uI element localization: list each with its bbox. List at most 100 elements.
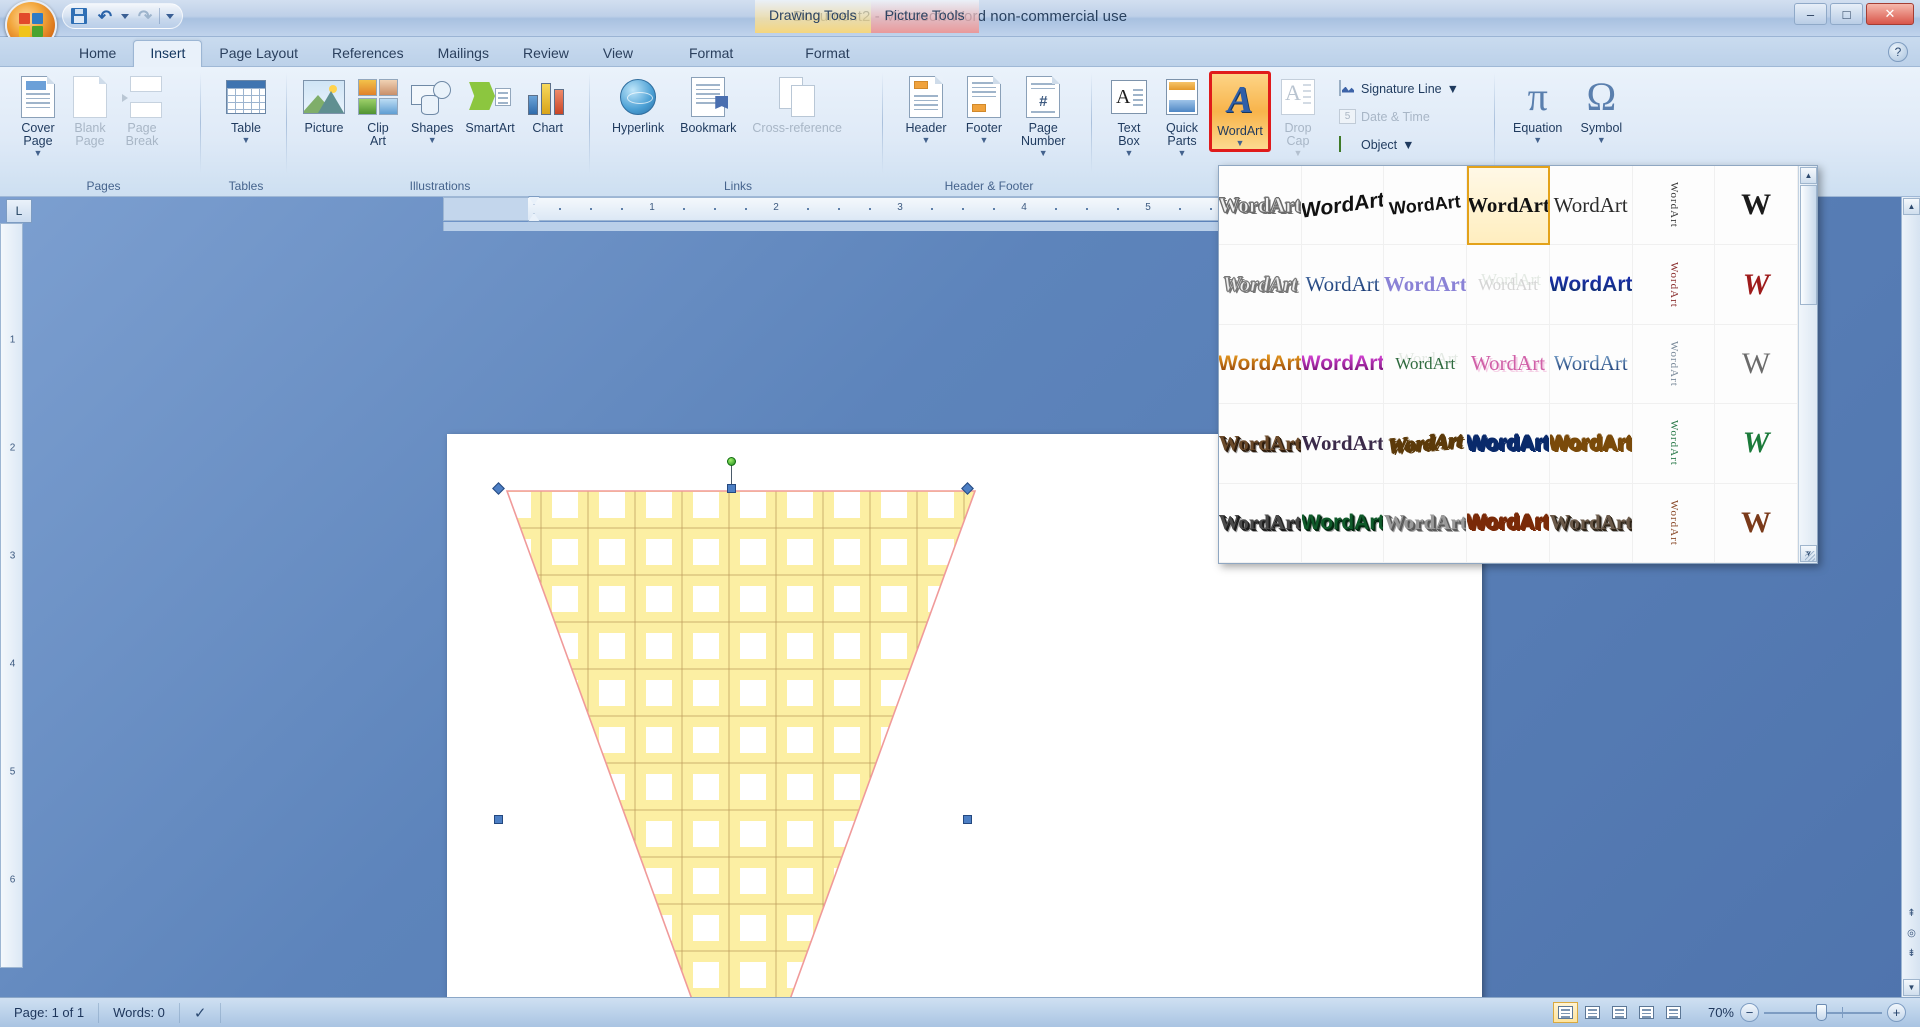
help-button[interactable]: ? bbox=[1888, 42, 1908, 62]
wordart-gallery-dropdown[interactable]: WordArt WordArt WordArt WordArt WordArt WordA… bbox=[1218, 165, 1818, 564]
equation-button[interactable]: π Equation ▼ bbox=[1508, 71, 1567, 146]
tab-view[interactable]: View bbox=[586, 40, 650, 67]
shapes-button[interactable]: Shapes ▼ bbox=[406, 71, 458, 146]
wordart-style-19[interactable]: WordArt bbox=[1632, 324, 1716, 405]
view-web-layout-button[interactable] bbox=[1607, 1002, 1632, 1023]
wordart-style-34[interactable]: W bbox=[1715, 483, 1798, 563]
contextual-tab-drawing-tools[interactable]: Drawing Tools bbox=[755, 0, 871, 33]
tab-stop-selector[interactable]: L bbox=[6, 199, 32, 223]
view-draft-button[interactable] bbox=[1661, 1002, 1686, 1023]
tab-home[interactable]: Home bbox=[62, 40, 133, 67]
tab-review[interactable]: Review bbox=[506, 40, 586, 67]
table-button[interactable]: Table ▼ bbox=[220, 71, 272, 146]
wordart-style-26[interactable]: WordArt bbox=[1632, 404, 1716, 484]
wordart-style-6[interactable]: W bbox=[1715, 166, 1798, 246]
object-button[interactable]: Object ▼ bbox=[1333, 133, 1465, 157]
zoom-thumb[interactable] bbox=[1816, 1003, 1827, 1021]
wordart-style-12[interactable]: WordArt bbox=[1632, 245, 1716, 325]
zoom-in-button[interactable]: + bbox=[1887, 1003, 1906, 1022]
text-box-button[interactable]: A Text Box ▼ bbox=[1103, 71, 1155, 159]
wordart-style-7[interactable]: WordArt bbox=[1219, 245, 1302, 325]
wordart-style-30[interactable]: WordArt bbox=[1384, 483, 1468, 563]
zoom-level-label[interactable]: 70% bbox=[1692, 1005, 1734, 1020]
gallery-scroll-thumb[interactable] bbox=[1800, 185, 1817, 305]
zoom-out-button[interactable]: − bbox=[1740, 1003, 1759, 1022]
wordart-style-4[interactable]: WordArt bbox=[1549, 166, 1633, 246]
maximize-button[interactable]: □ bbox=[1830, 3, 1863, 25]
wordart-style-14[interactable]: WordArt bbox=[1219, 324, 1302, 405]
wordart-style-28[interactable]: WordArt bbox=[1219, 483, 1302, 563]
hyperlink-button[interactable]: Hyperlink bbox=[607, 71, 669, 137]
date-time-button[interactable]: 5 Date & Time bbox=[1333, 105, 1465, 129]
contextual-tab-picture-tools[interactable]: Picture Tools bbox=[870, 0, 979, 33]
wordart-style-11[interactable]: WordArt bbox=[1549, 245, 1633, 325]
wordart-style-9[interactable]: WordArt bbox=[1384, 245, 1468, 325]
wordart-style-24[interactable]: WordArt bbox=[1467, 404, 1550, 484]
cover-page-button[interactable]: Cover Page ▼ bbox=[12, 71, 64, 159]
wordart-style-2[interactable]: WordArt bbox=[1384, 166, 1468, 246]
wordart-style-23[interactable]: WordArt bbox=[1384, 404, 1468, 484]
wordart-style-10[interactable]: WordArt bbox=[1467, 245, 1550, 325]
picture-button[interactable]: Picture bbox=[298, 71, 350, 137]
wordart-style-15[interactable]: WordArt bbox=[1301, 324, 1385, 405]
vertical-ruler[interactable]: 1 2 3 4 5 6 bbox=[0, 223, 23, 968]
wordart-style-22[interactable]: WordArt bbox=[1301, 404, 1385, 484]
footer-button[interactable]: Footer ▼ bbox=[958, 71, 1010, 146]
wordart-style-17[interactable]: WordArt bbox=[1467, 324, 1550, 405]
wordart-style-16[interactable]: WordArt bbox=[1384, 324, 1468, 405]
tab-page-layout[interactable]: Page Layout bbox=[202, 40, 315, 67]
tab-format-picture[interactable]: Format bbox=[788, 40, 866, 67]
wordart-style-18[interactable]: WordArt bbox=[1549, 324, 1633, 405]
wordart-style-8[interactable]: WordArt bbox=[1301, 245, 1385, 325]
wordart-button[interactable]: A WordArt ▼ bbox=[1209, 71, 1271, 152]
gallery-resize-grip[interactable] bbox=[1805, 551, 1815, 561]
wordart-style-21[interactable]: WordArt bbox=[1219, 404, 1302, 484]
header-button[interactable]: Header ▼ bbox=[900, 71, 952, 146]
wordart-style-31[interactable]: WordArt bbox=[1467, 483, 1550, 563]
signature-line-button[interactable]: Signature Line ▼ bbox=[1333, 77, 1465, 101]
wordart-style-33[interactable]: WordArt bbox=[1632, 483, 1716, 563]
select-browse-object-button[interactable]: ◎ bbox=[1904, 926, 1919, 941]
wordart-style-20[interactable]: W bbox=[1715, 324, 1798, 405]
cross-reference-button[interactable]: Cross-reference bbox=[747, 71, 847, 137]
wordart-style-3[interactable]: WordArt bbox=[1467, 166, 1550, 246]
symbol-button[interactable]: Ω Symbol ▼ bbox=[1575, 71, 1627, 146]
drop-cap-button[interactable]: A Drop Cap ▼ bbox=[1272, 71, 1324, 159]
tab-insert[interactable]: Insert bbox=[133, 40, 203, 67]
quick-parts-button[interactable]: Quick Parts ▼ bbox=[1156, 71, 1208, 159]
wordart-style-29[interactable]: WordArt bbox=[1301, 483, 1385, 563]
previous-object-button[interactable]: ⇞ bbox=[1904, 906, 1919, 921]
wordart-style-32[interactable]: WordArt bbox=[1549, 483, 1633, 563]
smartart-button[interactable]: SmartArt bbox=[460, 71, 519, 137]
vertical-scrollbar[interactable]: ▲ ▼ ⇞ ◎ ⇟ bbox=[1901, 197, 1920, 997]
wordart-style-13[interactable]: W bbox=[1715, 245, 1798, 325]
scroll-down-button[interactable]: ▼ bbox=[1903, 979, 1920, 996]
wordart-style-5[interactable]: WordArt bbox=[1632, 166, 1716, 246]
minimize-button[interactable]: – bbox=[1794, 3, 1827, 25]
inverted-triangle-shape[interactable] bbox=[505, 490, 977, 1027]
zoom-track[interactable] bbox=[1764, 1003, 1882, 1021]
proofing-status-button[interactable]: ✓ bbox=[180, 1002, 222, 1023]
wordart-style-27[interactable]: W bbox=[1715, 404, 1798, 484]
gallery-scroll-up-button[interactable]: ▲ bbox=[1800, 167, 1817, 184]
view-full-screen-reading-button[interactable] bbox=[1580, 1002, 1605, 1023]
page-break-button[interactable]: Page Break bbox=[116, 71, 168, 150]
view-print-layout-button[interactable] bbox=[1553, 1002, 1578, 1023]
close-button[interactable]: ✕ bbox=[1866, 3, 1914, 25]
scroll-up-button[interactable]: ▲ bbox=[1903, 198, 1920, 215]
tab-format-drawing[interactable]: Format bbox=[672, 40, 750, 67]
page-number-button[interactable]: # Page Number ▼ bbox=[1016, 71, 1070, 159]
wordart-style-0[interactable]: WordArt bbox=[1219, 166, 1302, 246]
view-outline-button[interactable] bbox=[1634, 1002, 1659, 1023]
tab-references[interactable]: References bbox=[315, 40, 421, 67]
wordart-style-1[interactable]: WordArt bbox=[1301, 166, 1385, 246]
zoom-slider[interactable]: − + bbox=[1740, 1003, 1906, 1022]
bookmark-button[interactable]: Bookmark bbox=[675, 71, 741, 137]
clip-art-button[interactable]: Clip Art bbox=[352, 71, 404, 150]
blank-page-button[interactable]: Blank Page bbox=[64, 71, 116, 150]
gallery-scrollbar[interactable]: ▲ ▼ bbox=[1798, 166, 1817, 563]
next-object-button[interactable]: ⇟ bbox=[1904, 946, 1919, 961]
tab-mailings[interactable]: Mailings bbox=[421, 40, 506, 67]
page-indicator[interactable]: Page: 1 of 1 bbox=[0, 1002, 100, 1023]
chart-button[interactable]: Chart bbox=[522, 71, 574, 137]
